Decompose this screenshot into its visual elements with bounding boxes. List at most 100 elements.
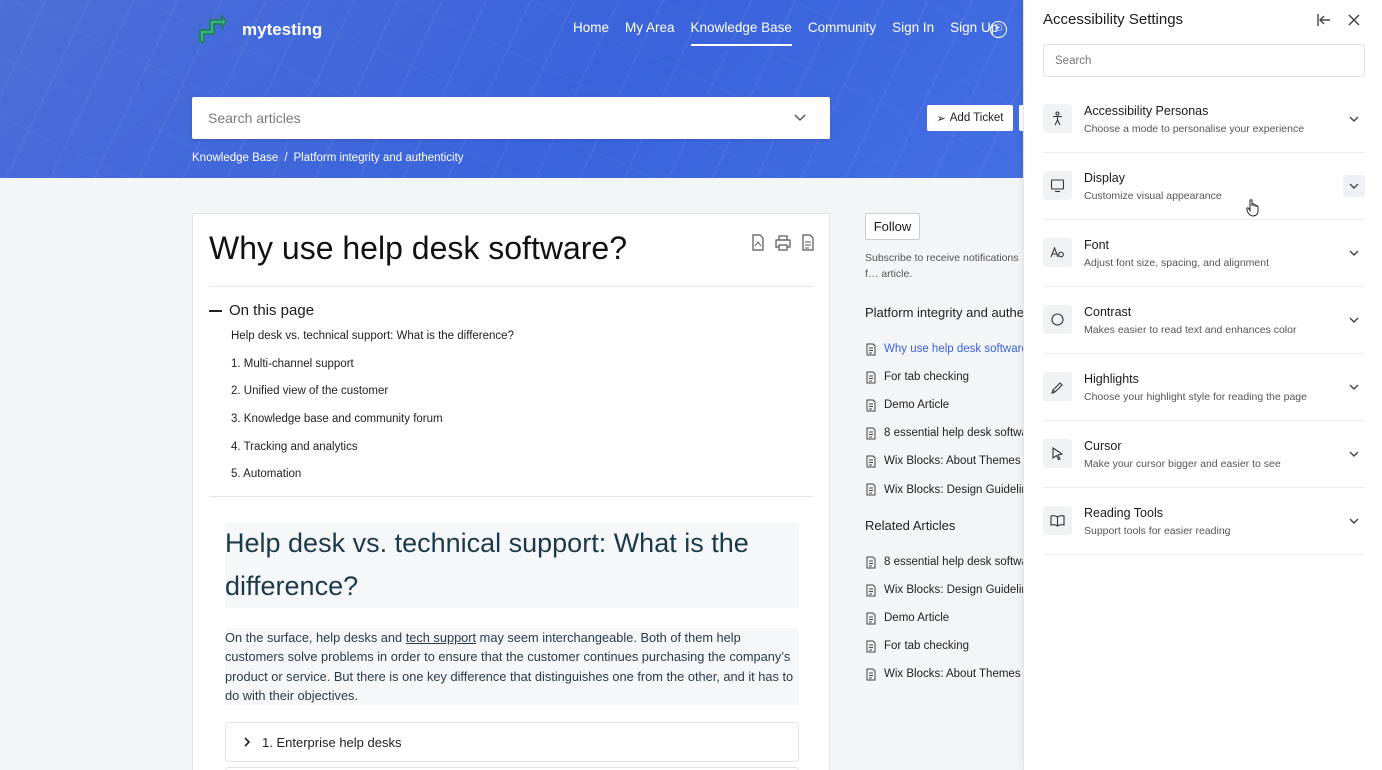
nav-my-area[interactable]: My Area bbox=[625, 20, 675, 46]
main-nav: Home My Area Knowledge Base Community Si… bbox=[573, 20, 998, 46]
nav-home[interactable]: Home bbox=[573, 20, 609, 46]
list-item[interactable]: Why use help desk software? bbox=[865, 335, 1025, 363]
document-icon bbox=[866, 556, 876, 569]
list-item[interactable]: For tab checking bbox=[865, 632, 1025, 660]
follow-button[interactable]: Follow bbox=[865, 213, 920, 240]
category-heading: Platform integrity and authe… bbox=[865, 305, 1037, 320]
font-icon bbox=[1050, 246, 1064, 258]
section-heading-line2: difference? bbox=[225, 571, 359, 601]
document-icon bbox=[866, 427, 876, 440]
toc-item[interactable]: Help desk vs. technical support: What is… bbox=[231, 328, 514, 356]
document-icon bbox=[866, 343, 876, 356]
chevron-down-icon[interactable] bbox=[1343, 242, 1365, 264]
table-of-contents: Help desk vs. technical support: What is… bbox=[231, 328, 514, 494]
nav-sign-in[interactable]: Sign In bbox=[892, 20, 934, 46]
section-heading-line1: Help desk vs. technical support: What is… bbox=[225, 528, 749, 558]
list-item[interactable]: Wix Blocks: About Themes bbox=[865, 660, 1025, 688]
chevron-down-icon[interactable] bbox=[1343, 175, 1365, 197]
article-title: Why use help desk software? bbox=[209, 230, 627, 266]
panel-item-desc: Adjust font size, spacing, and alignment bbox=[1084, 257, 1270, 269]
article-tools bbox=[750, 234, 816, 251]
list-item[interactable]: 8 essential help desk software bbox=[865, 548, 1025, 576]
chevron-down-icon[interactable] bbox=[1343, 510, 1365, 532]
panel-item-title: Accessibility Personas bbox=[1084, 104, 1209, 118]
article-card: Why use help desk software? On this page… bbox=[192, 213, 830, 770]
list-item[interactable]: Demo Article bbox=[865, 391, 1025, 419]
list-item[interactable]: For tab checking bbox=[865, 363, 1025, 391]
logo-icon[interactable] bbox=[196, 12, 228, 46]
panel-item-reading-tools[interactable]: Reading Tools Support tools for easier r… bbox=[1043, 488, 1365, 555]
list-item[interactable]: Wix Blocks: Design Guidelines bbox=[865, 576, 1025, 604]
article-search-input[interactable]: Search articles bbox=[192, 97, 830, 139]
chevron-down-icon[interactable] bbox=[1343, 309, 1365, 331]
chevron-down-icon[interactable] bbox=[1343, 376, 1365, 398]
on-this-page-toggle[interactable]: On this page bbox=[209, 302, 314, 319]
panel-item-font[interactable]: Font Adjust font size, spacing, and alig… bbox=[1043, 220, 1365, 287]
panel-title: Accessibility Settings bbox=[1043, 11, 1184, 28]
search-placeholder: Search articles bbox=[208, 110, 301, 126]
panel-search-input[interactable]: Search bbox=[1043, 44, 1365, 77]
panel-item-desc: Customize visual appearance bbox=[1084, 190, 1222, 202]
document-icon bbox=[866, 483, 876, 496]
breadcrumb: Knowledge Base / Platform integrity and au… bbox=[192, 152, 464, 164]
pdf-download-icon[interactable] bbox=[750, 234, 766, 251]
panel-item-title: Cursor bbox=[1084, 439, 1122, 453]
toc-item[interactable]: 1. Multi-channel support bbox=[231, 356, 514, 384]
article-paragraph: On the surface, help desks and tech supp… bbox=[225, 628, 799, 706]
list-item[interactable]: Wix Blocks: About Themes bbox=[865, 447, 1025, 475]
list-item[interactable]: Demo Article bbox=[865, 604, 1025, 632]
print-icon[interactable] bbox=[775, 234, 791, 251]
close-icon[interactable] bbox=[1346, 12, 1362, 28]
panel-item-title: Font bbox=[1084, 238, 1110, 252]
monitor-icon bbox=[1050, 179, 1065, 193]
toc-item[interactable]: 2. Unified view of the customer bbox=[231, 383, 514, 411]
panel-item-title: Contrast bbox=[1084, 305, 1132, 319]
document-icon[interactable] bbox=[800, 234, 816, 251]
document-icon bbox=[866, 668, 876, 681]
document-icon bbox=[866, 584, 876, 597]
accessibility-settings-panel: Accessibility Settings Search Accessibil… bbox=[1023, 0, 1382, 770]
accessibility-icon[interactable]: ☉ bbox=[990, 21, 1007, 38]
para-text-1: On the surface, help desks and bbox=[225, 630, 406, 645]
list-item[interactable]: 8 essential help desk software bbox=[865, 419, 1025, 447]
dock-left-icon[interactable] bbox=[1316, 12, 1332, 28]
contrast-icon bbox=[1051, 313, 1064, 326]
nav-knowledge-base[interactable]: Knowledge Base bbox=[690, 20, 792, 46]
chevron-down-icon[interactable] bbox=[1343, 108, 1365, 130]
chevron-down-icon[interactable] bbox=[794, 111, 806, 123]
nav-community[interactable]: Community bbox=[808, 20, 876, 46]
section-heading: Help desk vs. technical support: What is… bbox=[225, 522, 799, 608]
breadcrumb-category[interactable]: Platform integrity and authenticity bbox=[294, 152, 464, 164]
toc-item[interactable]: 4. Tracking and analytics bbox=[231, 439, 514, 467]
tech-support-link[interactable]: tech support bbox=[406, 630, 476, 645]
document-icon bbox=[866, 612, 876, 625]
ticket-icon: ➢ bbox=[936, 112, 946, 125]
related-articles-heading: Related Articles bbox=[865, 518, 956, 533]
brand-name[interactable]: mytesting bbox=[242, 20, 322, 40]
toc-item[interactable]: 3. Knowledge base and community forum bbox=[231, 411, 514, 439]
document-icon bbox=[866, 640, 876, 653]
panel-item-contrast[interactable]: Contrast Makes easier to read text and e… bbox=[1043, 287, 1365, 354]
collapse-icon bbox=[209, 309, 222, 312]
toc-item[interactable]: 5. Automation bbox=[231, 466, 514, 494]
panel-item-desc: Makes easier to read text and enhances c… bbox=[1084, 324, 1297, 336]
panel-item-title: Highlights bbox=[1084, 372, 1139, 386]
highlighter-icon bbox=[1051, 382, 1063, 394]
book-icon bbox=[1050, 515, 1065, 527]
panel-item-cursor[interactable]: Cursor Make your cursor bigger and easie… bbox=[1043, 421, 1365, 488]
list-item[interactable]: Wix Blocks: Design Guidelines bbox=[865, 475, 1025, 503]
panel-item-highlights[interactable]: Highlights Choose your highlight style f… bbox=[1043, 354, 1365, 421]
add-ticket-button[interactable]: ➢ Add Ticket bbox=[927, 105, 1013, 131]
accordion-label: 1. Enterprise help desks bbox=[262, 734, 402, 750]
breadcrumb-knowledge-base[interactable]: Knowledge Base bbox=[192, 152, 278, 164]
document-icon bbox=[866, 399, 876, 412]
panel-item-accessibility-personas[interactable]: Accessibility Personas Choose a mode to … bbox=[1043, 86, 1365, 153]
cursor-icon bbox=[1052, 446, 1064, 461]
document-icon bbox=[866, 455, 876, 468]
hand-pointer-icon bbox=[1246, 199, 1259, 217]
panel-item-display[interactable]: Display Customize visual appearance bbox=[1043, 153, 1365, 220]
accordion-enterprise-help-desks[interactable]: 1. Enterprise help desks bbox=[225, 722, 799, 762]
category-article-list: Why use help desk software? For tab chec… bbox=[865, 335, 1025, 504]
subscribe-note: Subscribe to receive notifications f… ar… bbox=[865, 252, 1019, 280]
chevron-down-icon[interactable] bbox=[1343, 443, 1365, 465]
